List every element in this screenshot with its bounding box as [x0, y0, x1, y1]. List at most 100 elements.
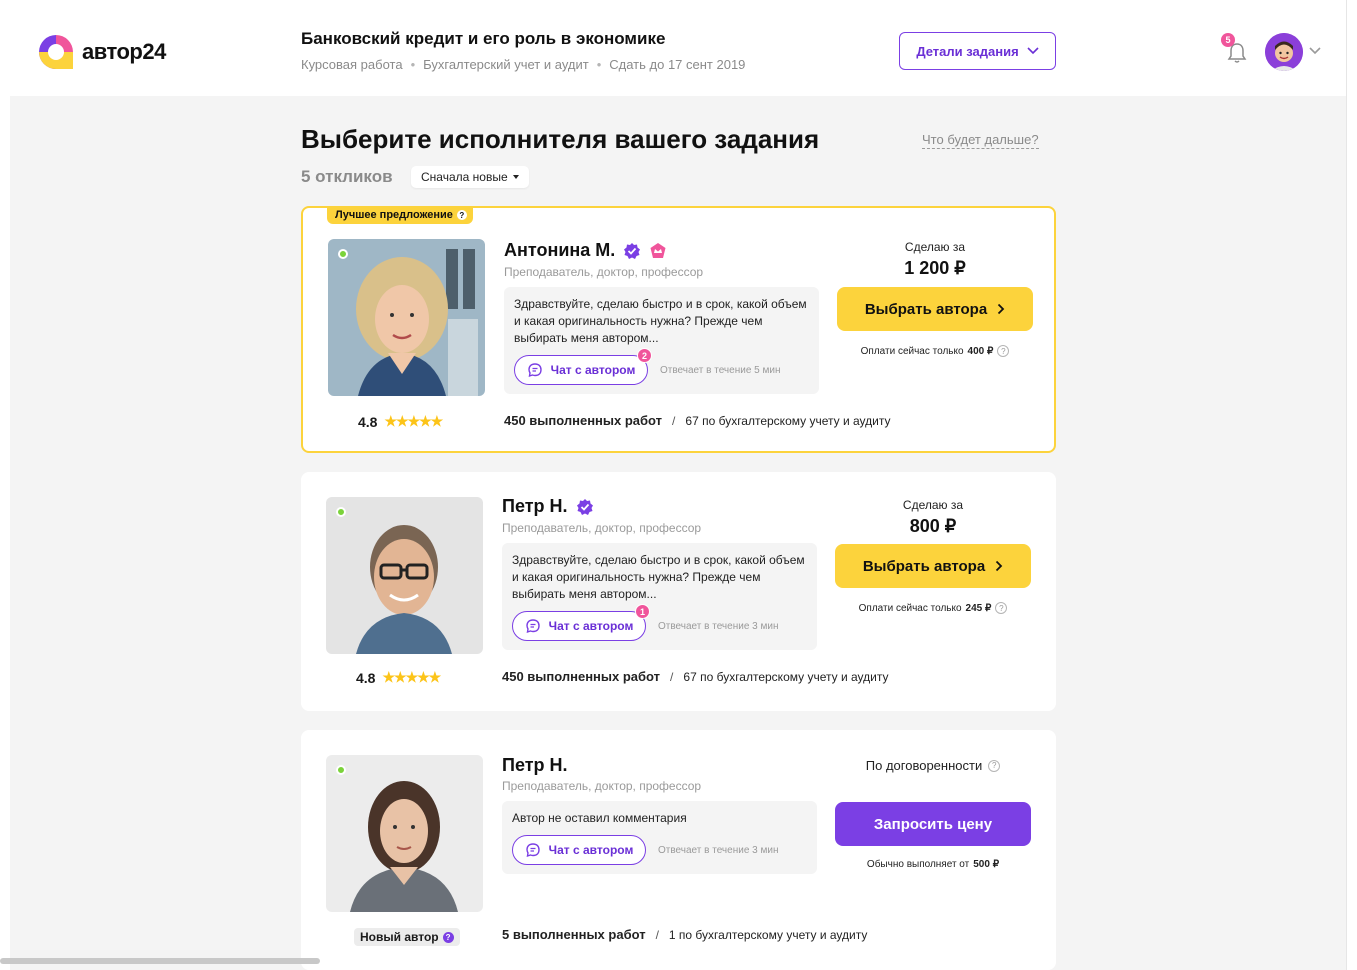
- sort-dropdown[interactable]: Сначала новые: [411, 166, 529, 188]
- completed-works: 5 выполненных работ: [502, 927, 646, 942]
- chat-with-author-button[interactable]: Чат с автором: [512, 835, 646, 865]
- new-author-badge: Новый автор ?: [354, 928, 460, 946]
- usual-price-note: Обычно выполняет от 500 ₽: [835, 859, 1031, 870]
- author-stats: 450 выполненных работ / 67 по бухгалтерс…: [504, 413, 890, 428]
- help-icon[interactable]: ?: [995, 602, 1008, 614]
- comment-text: Автор не оставил комментария: [512, 811, 687, 825]
- chat-unread-badge: 1: [635, 604, 650, 619]
- help-icon[interactable]: ?: [997, 345, 1010, 357]
- prepay-amount: 245 ₽: [965, 602, 992, 614]
- chat-icon: [525, 619, 540, 634]
- task-details-button[interactable]: Детали задания: [899, 32, 1056, 70]
- task-type: Курсовая работа: [301, 57, 403, 72]
- chevron-right-icon: [996, 560, 1003, 572]
- top-header: автор24 Банковский кредит и его роль в э…: [10, 8, 1346, 96]
- chat-label: Чат с автором: [548, 843, 634, 857]
- author-photo[interactable]: [326, 497, 483, 654]
- chat-label: Чат с автором: [550, 363, 636, 377]
- window-edge: [1346, 0, 1347, 970]
- chat-with-author-button[interactable]: Чат с автором 2: [514, 348, 652, 385]
- price-caption: Сделаю за: [904, 240, 966, 254]
- rating-value: 4.8: [358, 413, 378, 430]
- author-role: Преподаватель, доктор, профессор: [504, 265, 704, 279]
- responses-count: 5 откликов: [301, 167, 393, 186]
- author-rating: 4.8 ★★★★★: [356, 669, 441, 686]
- task-subject: Бухгалтерский учет и аудит: [423, 57, 589, 72]
- author-comment: Здравствуйте, сделаю быстро и в срок, ка…: [504, 287, 819, 394]
- request-price-label: Запросить цену: [873, 815, 993, 833]
- user-avatar[interactable]: [1265, 33, 1303, 71]
- subject-works: 67 по бухгалтерскому учету и аудиту: [685, 413, 891, 428]
- author-name-text: Петр Н.: [502, 755, 568, 775]
- choose-author-button[interactable]: Выбрать автора: [837, 287, 1033, 331]
- chat-row: Чат с автором 1 Отвечает в течение 3 мин: [512, 604, 807, 641]
- chat-with-author-button[interactable]: Чат с автором 1: [512, 604, 650, 641]
- offer-price-block: Сделаю за 1 200 ₽: [837, 240, 1033, 279]
- author-name[interactable]: Антонина М.: [504, 240, 667, 261]
- author-name[interactable]: Петр Н.: [502, 496, 594, 517]
- completed-works: 450 выполненных работ: [502, 669, 661, 684]
- stats-separator: /: [670, 669, 674, 684]
- best-offer-label: Лучшее предложение: [335, 209, 453, 221]
- comment-text: Здравствуйте, сделаю быстро и в срок, ка…: [514, 297, 807, 345]
- prepay-note: Оплати сейчас только 245 ₽ ?: [835, 602, 1031, 614]
- help-icon[interactable]: ?: [456, 210, 467, 220]
- horizontal-scrollbar[interactable]: [0, 958, 320, 964]
- meta-separator: •: [596, 57, 602, 72]
- chat-row: Чат с автором 2 Отвечает в течение 5 мин: [514, 348, 809, 385]
- prepay-prefix: Оплати сейчас только: [860, 345, 964, 357]
- reply-time: Отвечает в течение 5 мин: [660, 364, 781, 376]
- new-author-label: Новый автор: [360, 930, 439, 944]
- task-meta: Курсовая работа • Бухгалтерский учет и а…: [301, 57, 745, 72]
- verified-badge-icon: [576, 498, 593, 515]
- author-photo[interactable]: [328, 239, 485, 396]
- task-details-label: Детали задания: [916, 43, 1019, 59]
- caret-down-icon: [512, 175, 519, 179]
- reply-time: Отвечает в течение 3 мин: [658, 844, 779, 856]
- chevron-right-icon: [998, 303, 1005, 315]
- stats-separator: /: [655, 927, 659, 942]
- chat-row: Чат с автором Отвечает в течение 3 мин: [512, 835, 807, 865]
- crown-badge-icon: [650, 242, 666, 258]
- chat-icon: [525, 843, 540, 858]
- author-stats: 5 выполненных работ / 1 по бухгалтерском…: [502, 927, 867, 942]
- what-next-link[interactable]: Что будет дальше?: [922, 132, 1039, 149]
- prepay-amount: 400 ₽: [967, 345, 994, 357]
- author-name[interactable]: Петр Н.: [502, 755, 568, 776]
- help-icon[interactable]: ?: [442, 931, 454, 943]
- author-stats: 450 выполненных работ / 67 по бухгалтерс…: [502, 669, 888, 684]
- page-title: Выберите исполнителя вашего задания: [301, 124, 820, 154]
- help-icon[interactable]: ?: [988, 759, 1001, 772]
- offer-card: 4.8 ★★★★★ Петр Н. Преподаватель, доктор,…: [301, 472, 1056, 711]
- author-comment: Автор не оставил комментария Чат с автор…: [502, 801, 817, 874]
- choose-author-label: Выбрать автора: [864, 300, 988, 318]
- chevron-down-icon: [1027, 47, 1039, 55]
- offer-price-block: По договоренности ?: [835, 758, 1031, 773]
- choose-author-label: Выбрать автора: [862, 557, 986, 575]
- online-indicator: [336, 507, 346, 517]
- stats-separator: /: [672, 413, 676, 428]
- chevron-down-icon[interactable]: [1308, 46, 1322, 56]
- online-indicator: [336, 765, 346, 775]
- author-comment: Здравствуйте, сделаю быстро и в срок, ка…: [502, 543, 817, 650]
- offer-price-block: Сделаю за 800 ₽: [835, 498, 1031, 537]
- chat-label: Чат с автором: [548, 619, 634, 633]
- logo[interactable]: автор24: [36, 32, 186, 72]
- comment-text: Здравствуйте, сделаю быстро и в срок, ка…: [512, 553, 805, 601]
- choose-author-button[interactable]: Выбрать автора: [835, 544, 1031, 588]
- completed-works: 450 выполненных работ: [504, 413, 663, 428]
- rating-stars-icon: ★★★★★: [384, 413, 443, 429]
- prepay-prefix: Оплати сейчас только: [858, 602, 962, 614]
- offer-card: Новый автор ? Петр Н. Преподаватель, док…: [301, 730, 1056, 970]
- author-name-text: Антонина М.: [504, 240, 616, 260]
- task-title: Банковский кредит и его роль в экономике: [301, 29, 666, 48]
- reply-time: Отвечает в течение 3 мин: [658, 620, 779, 632]
- logo-text: автор24: [82, 39, 166, 64]
- chat-icon: [527, 363, 542, 378]
- request-price-button[interactable]: Запросить цену: [835, 802, 1031, 846]
- subject-works: 1 по бухгалтерскому учету и аудиту: [668, 927, 868, 942]
- author-rating: 4.8 ★★★★★: [358, 413, 443, 430]
- author-photo[interactable]: [326, 755, 483, 912]
- rating-stars-icon: ★★★★★: [382, 669, 441, 685]
- sort-label: Сначала новые: [421, 170, 508, 184]
